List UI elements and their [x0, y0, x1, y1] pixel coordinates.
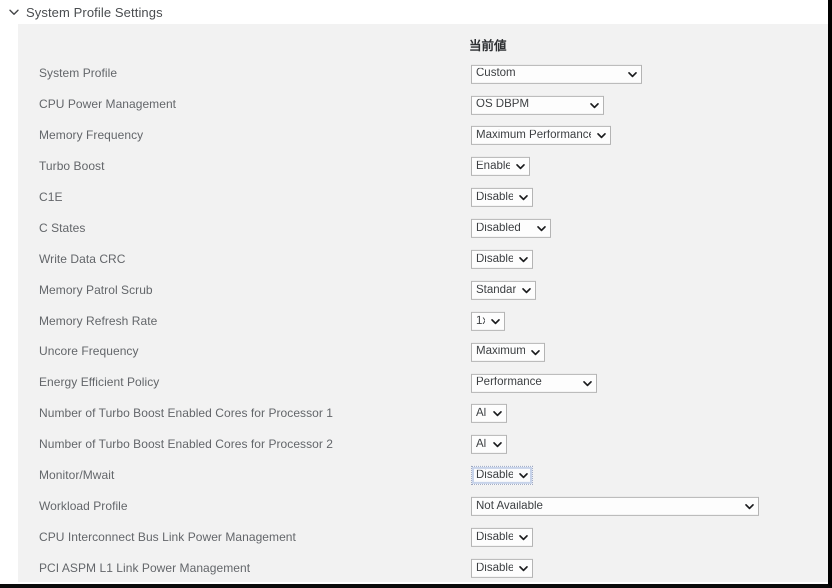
table-row: CPU Power Management OS DBPM	[18, 89, 828, 120]
select-energy-efficient-policy[interactable]: Performance	[471, 373, 597, 393]
table-row: Memory Refresh Rate 1x	[18, 305, 828, 336]
chevron-down-icon	[744, 501, 755, 512]
setting-control[interactable]: Disabled	[471, 558, 533, 578]
select-c-states[interactable]: Disabled	[471, 219, 551, 239]
page-title: System Profile Settings	[26, 4, 163, 20]
chevron-down-icon	[518, 254, 529, 265]
setting-control[interactable]: Disabled	[471, 249, 533, 269]
chevron-down-icon	[518, 532, 529, 543]
chevron-down-icon	[596, 130, 607, 141]
setting-control[interactable]: Not Available	[471, 496, 759, 517]
setting-label: Number of Turbo Boost Enabled Cores for …	[39, 406, 334, 421]
select-memory-refresh-rate[interactable]: 1x	[471, 311, 505, 331]
table-row: Write Data CRC Disabled	[18, 243, 828, 274]
setting-control[interactable]: OS DBPM	[471, 94, 604, 115]
setting-label: Workload Profile	[39, 498, 128, 513]
select-turbo-boost-cores-processor-1[interactable]: All	[471, 404, 507, 424]
setting-control[interactable]: Standard	[471, 280, 536, 300]
setting-label: Memory Patrol Scrub	[39, 282, 153, 297]
table-row: Uncore Frequency Maximum	[18, 336, 828, 367]
setting-label: Turbo Boost	[39, 159, 105, 174]
setting-control[interactable]: Custom	[471, 63, 642, 84]
setting-label: Uncore Frequency	[39, 344, 139, 359]
setting-label: Monitor/Mwait	[39, 468, 115, 483]
setting-control[interactable]: Maximum	[471, 341, 545, 362]
setting-label: System Profile	[39, 66, 118, 81]
table-row: Monitor/Mwait Disabled	[18, 460, 828, 491]
chevron-down-icon	[518, 192, 529, 203]
settings-rows: System Profile Custom CPU Power Manageme…	[18, 58, 828, 582]
table-row: System Profile Custom	[18, 58, 828, 89]
setting-control[interactable]: Performance	[471, 372, 597, 393]
setting-label: CPU Interconnect Bus Link Power Manageme…	[39, 529, 296, 544]
setting-control[interactable]: Maximum Performance	[471, 125, 611, 146]
setting-label: Energy Efficient Policy	[39, 375, 160, 390]
setting-label: Memory Refresh Rate	[39, 313, 158, 328]
chevron-down-icon	[515, 161, 526, 172]
setting-label: PCI ASPM L1 Link Power Management	[39, 560, 251, 575]
settings-panel: 当前値 System Profile Custom CPU Power Mana…	[18, 24, 828, 582]
table-row: Turbo Boost Enabled	[18, 151, 828, 182]
table-row: Energy Efficient Policy Performance	[18, 367, 828, 398]
setting-control[interactable]: Disabled	[471, 527, 533, 547]
chevron-down-icon	[518, 563, 529, 574]
setting-control[interactable]: 1x	[471, 310, 505, 331]
chevron-down-icon	[582, 377, 593, 388]
setting-control[interactable]: All	[471, 403, 507, 424]
table-row: Number of Turbo Boost Enabled Cores for …	[18, 429, 828, 460]
table-row: Workload Profile Not Available	[18, 490, 828, 521]
select-system-profile[interactable]: Custom	[471, 64, 642, 84]
select-turbo-boost[interactable]: Enabled	[471, 157, 530, 177]
chevron-down-icon	[492, 408, 503, 419]
select-cpu-interconnect-bus-link-power-management[interactable]: Disabled	[471, 527, 533, 547]
chevron-down-icon	[536, 223, 547, 234]
table-row: PCI ASPM L1 Link Power Management Disabl…	[18, 552, 828, 582]
setting-label: Write Data CRC	[39, 251, 126, 266]
setting-control[interactable]: Enabled	[471, 156, 530, 177]
chevron-down-icon	[521, 285, 532, 296]
setting-control[interactable]: All	[471, 434, 507, 455]
chevron-down-icon[interactable]	[6, 4, 22, 20]
table-row: C1E Disabled	[18, 182, 828, 213]
column-header-current-value: 当前値	[469, 38, 507, 53]
setting-label: Number of Turbo Boost Enabled Cores for …	[39, 437, 334, 452]
chevron-down-icon	[589, 99, 600, 110]
table-row: Number of Turbo Boost Enabled Cores for …	[18, 398, 828, 429]
chevron-down-icon	[627, 69, 638, 80]
setting-control[interactable]: Disabled	[471, 218, 551, 239]
select-workload-profile[interactable]: Not Available	[471, 497, 759, 517]
select-cpu-power-management[interactable]: OS DBPM	[471, 95, 604, 115]
setting-label: C1E	[39, 190, 63, 204]
select-uncore-frequency[interactable]: Maximum	[471, 342, 545, 362]
table-row: C States Disabled	[18, 212, 828, 243]
select-turbo-boost-cores-processor-2[interactable]: All	[471, 435, 507, 455]
select-write-data-crc[interactable]: Disabled	[471, 249, 533, 269]
setting-control[interactable]: Disabled	[471, 187, 533, 208]
table-row: Memory Frequency Maximum Performance	[18, 120, 828, 151]
select-c1e[interactable]: Disabled	[471, 188, 533, 208]
setting-label: CPU Power Management	[39, 97, 177, 112]
setting-control[interactable]: Disabled	[471, 465, 533, 486]
select-memory-patrol-scrub[interactable]: Standard	[471, 280, 536, 300]
chevron-down-icon	[518, 470, 529, 481]
select-memory-frequency[interactable]: Maximum Performance	[471, 126, 611, 146]
select-pci-aspm-l1-link-power-management[interactable]: Disabled	[471, 558, 533, 578]
chevron-down-icon	[530, 347, 541, 358]
section-header-system-profile-settings[interactable]: System Profile Settings	[0, 0, 828, 24]
setting-label: C States	[39, 220, 86, 235]
table-row: CPU Interconnect Bus Link Power Manageme…	[18, 521, 828, 552]
select-monitor-mwait[interactable]: Disabled	[471, 466, 533, 486]
chevron-down-icon	[492, 439, 503, 450]
chevron-down-icon	[490, 316, 501, 327]
settings-window-frame: System Profile Settings 当前値 System Profi…	[0, 0, 832, 588]
setting-label: Memory Frequency	[39, 128, 144, 143]
table-row: Memory Patrol Scrub Standard	[18, 274, 828, 305]
